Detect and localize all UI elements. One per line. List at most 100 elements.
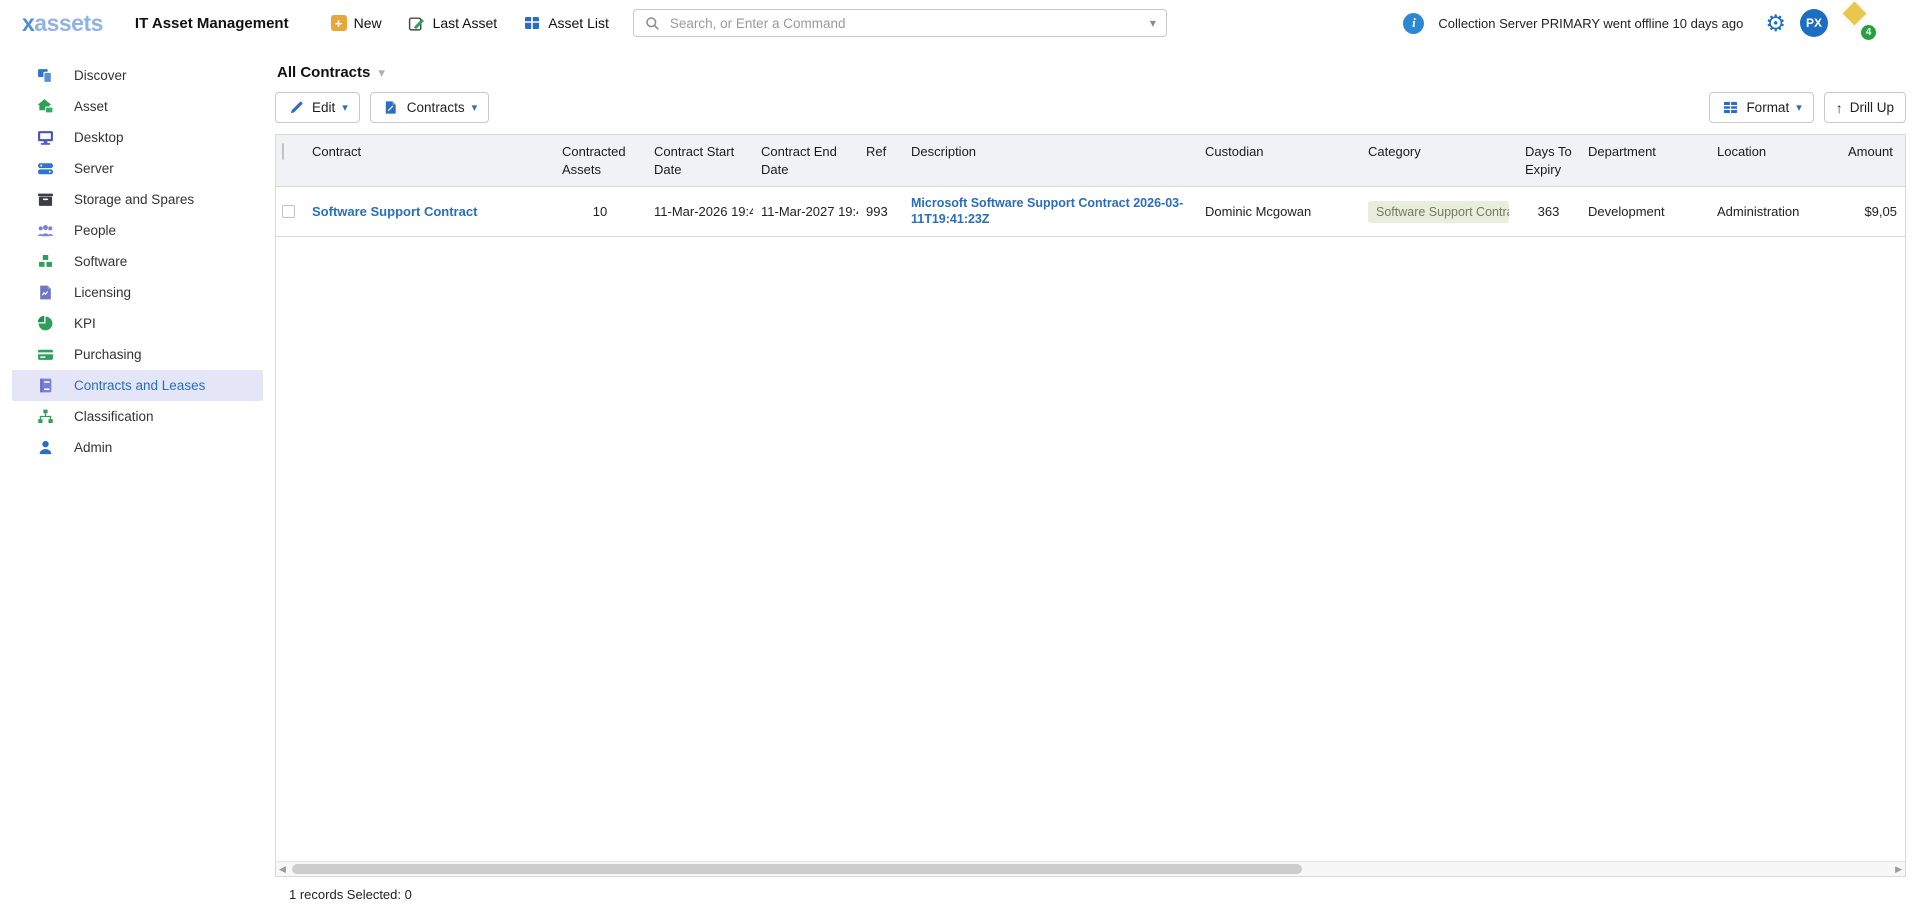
col-header-description[interactable]: Description xyxy=(903,135,1197,186)
sidebar-item-label: Licensing xyxy=(74,285,131,300)
description-link[interactable]: Microsoft Software Support Contract 2026… xyxy=(911,196,1189,227)
col-header-contracted-assets[interactable]: Contracted Assets xyxy=(554,135,646,186)
mail-button[interactable]: 4 xyxy=(1842,11,1872,35)
sidebar-item-purchasing[interactable]: Purchasing xyxy=(12,339,263,370)
credit-card-icon xyxy=(36,346,54,364)
drill-up-label: Drill Up xyxy=(1850,100,1894,115)
search-input[interactable] xyxy=(670,16,1142,31)
sidebar-item-admin[interactable]: Admin xyxy=(12,432,263,463)
description-cell: Microsoft Software Support Contract 2026… xyxy=(903,187,1197,236)
records-status: 1 records Selected: 0 xyxy=(289,887,412,902)
arrow-up-icon: ↑ xyxy=(1836,100,1843,116)
sidebar-item-software[interactable]: Software xyxy=(12,246,263,277)
scroll-right-icon[interactable]: ▶ xyxy=(1895,863,1902,876)
sidebar-item-server[interactable]: Server xyxy=(12,153,263,184)
storage-box-icon xyxy=(36,191,54,209)
sidebar-item-people[interactable]: People xyxy=(12,215,263,246)
book-icon xyxy=(36,377,54,395)
gear-icon[interactable]: ⚙ xyxy=(1765,12,1786,35)
col-header-ref[interactable]: Ref xyxy=(858,135,903,186)
sidebar-item-label: KPI xyxy=(74,316,96,331)
sidebar-item-kpi[interactable]: KPI xyxy=(12,308,263,339)
sidebar-item-storage-and-spares[interactable]: Storage and Spares xyxy=(12,184,263,215)
contract-cell: Software Support Contract xyxy=(304,187,554,236)
person-icon xyxy=(36,439,54,457)
table-icon xyxy=(523,14,541,32)
last-asset-button[interactable]: Last Asset xyxy=(408,14,498,32)
info-icon[interactable]: i xyxy=(1403,13,1424,34)
grid-toolbar: Edit ▾ Contracts ▾ Format ▾ ↑ Drill Up xyxy=(275,92,1906,123)
server-icon xyxy=(36,160,54,178)
col-header-contract-end-date[interactable]: Contract End Date xyxy=(753,135,858,186)
col-header-custodian[interactable]: Custodian xyxy=(1197,135,1360,186)
sidebar-item-label: Admin xyxy=(74,440,112,455)
horizontal-scrollbar[interactable]: ◀ ▶ xyxy=(276,861,1905,876)
topbar-right: i Collection Server PRIMARY went offline… xyxy=(1403,9,1920,37)
org-tree-icon xyxy=(36,408,54,426)
row-select-cell xyxy=(276,187,304,236)
category-cell: Software Support Contract xyxy=(1360,187,1517,236)
house-icon xyxy=(36,98,54,116)
col-header-amount[interactable]: Amount xyxy=(1840,135,1905,186)
discover-icon xyxy=(36,67,54,85)
format-button[interactable]: Format ▾ xyxy=(1709,92,1813,123)
contracted-assets-cell: 10 xyxy=(554,187,646,236)
contracts-label: Contracts xyxy=(407,100,465,115)
col-header-location[interactable]: Location xyxy=(1709,135,1840,186)
chevron-down-icon: ▾ xyxy=(472,101,478,114)
asset-list-button[interactable]: Asset List xyxy=(523,14,609,32)
contract-link[interactable]: Software Support Contract xyxy=(312,204,477,219)
col-header-category[interactable]: Category xyxy=(1360,135,1517,186)
cubes-icon xyxy=(36,253,54,271)
search-box[interactable]: ▾ xyxy=(633,9,1167,37)
page-header: All Contracts ▾ xyxy=(277,64,1906,81)
department-cell: Development xyxy=(1580,187,1709,236)
sidebar-item-asset[interactable]: Asset xyxy=(12,91,263,122)
ref-cell: 993 xyxy=(858,187,903,236)
new-button[interactable]: + New xyxy=(331,15,382,31)
grid-empty-area xyxy=(276,237,1905,861)
title-chevron-down-icon[interactable]: ▾ xyxy=(378,65,385,81)
contracts-button[interactable]: Contracts ▾ xyxy=(370,92,489,123)
scroll-left-icon[interactable]: ◀ xyxy=(279,863,286,876)
grid-header-row: Contract Contracted Assets Contract Star… xyxy=(276,135,1905,187)
license-doc-icon xyxy=(36,284,54,302)
sidebar-item-licensing[interactable]: Licensing xyxy=(12,277,263,308)
end-date-cell: 11-Mar-2027 19:4 xyxy=(753,187,858,236)
custodian-cell: Dominic Mcgowan xyxy=(1197,187,1360,236)
col-header-contract-start-date[interactable]: Contract Start Date xyxy=(646,135,753,186)
sidebar-item-desktop[interactable]: Desktop xyxy=(12,122,263,153)
sidebar-item-label: Software xyxy=(74,254,127,269)
sidebar-item-label: Asset xyxy=(74,99,108,114)
start-date-cell: 11-Mar-2026 19:4 xyxy=(646,187,753,236)
chevron-down-icon: ▾ xyxy=(1796,101,1802,114)
select-all-checkbox[interactable] xyxy=(282,143,284,160)
avatar[interactable]: PX xyxy=(1800,9,1828,37)
main-content: All Contracts ▾ Edit ▾ Contracts ▾ Forma… xyxy=(267,46,1920,911)
notification-text: Collection Server PRIMARY went offline 1… xyxy=(1438,16,1743,31)
search-icon xyxy=(644,14,662,32)
chevron-down-icon[interactable]: ▾ xyxy=(1150,16,1156,30)
format-label: Format xyxy=(1746,100,1789,115)
edit-button[interactable]: Edit ▾ xyxy=(275,92,360,123)
sidebar-item-contracts-and-leases[interactable]: Contracts and Leases xyxy=(12,370,263,401)
brand-logo[interactable]: xassets xyxy=(22,10,103,37)
row-checkbox[interactable] xyxy=(282,205,295,218)
sidebar-item-classification[interactable]: Classification xyxy=(12,401,263,432)
sidebar-item-label: Server xyxy=(74,161,114,176)
sidebar-item-label: People xyxy=(74,223,116,238)
brand-rest: assets xyxy=(34,10,103,36)
format-table-icon xyxy=(1721,99,1739,117)
col-header-department[interactable]: Department xyxy=(1580,135,1709,186)
scrollbar-thumb[interactable] xyxy=(292,864,1302,874)
edit-label: Edit xyxy=(312,100,335,115)
pencil-icon xyxy=(287,99,305,117)
col-header-contract[interactable]: Contract xyxy=(304,135,554,186)
table-row[interactable]: Software Support Contract 10 11-Mar-2026… xyxy=(276,187,1905,237)
topbar-actions: + New Last Asset Asset List xyxy=(331,14,609,32)
sidebar-item-discover[interactable]: Discover xyxy=(12,60,263,91)
drill-up-button[interactable]: ↑ Drill Up xyxy=(1824,92,1906,123)
chevron-down-icon: ▾ xyxy=(342,101,348,114)
col-header-days-to-expiry[interactable]: Days To Expiry xyxy=(1517,135,1580,186)
sidebar-item-label: Desktop xyxy=(74,130,124,145)
